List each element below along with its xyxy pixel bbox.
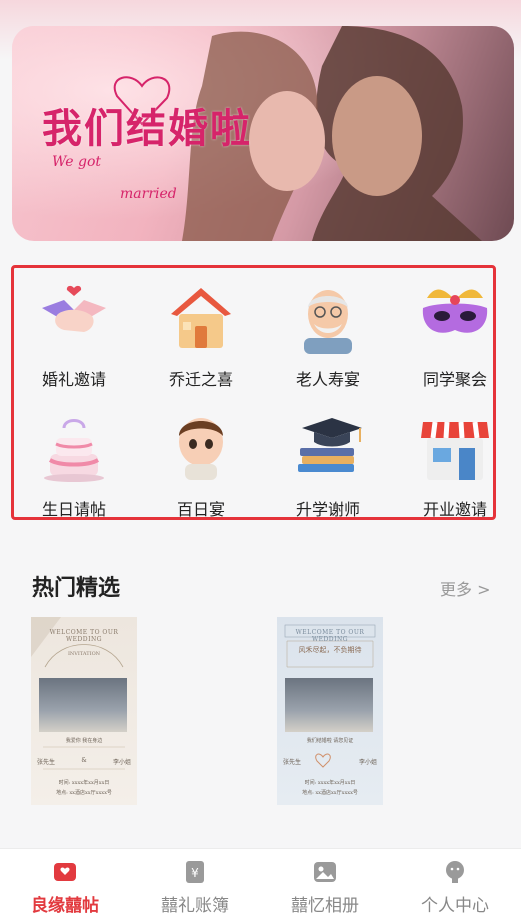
category-label: 同学聚会 [422,370,487,389]
card-line-1: 我们结婚啦 [306,738,332,744]
card-subtitle: 风禾尽起，不负期待 [298,646,362,654]
ledger-icon: ¥ [186,861,204,883]
banner-married: married [120,186,177,202]
card-subtitle: INVITATION [67,651,101,657]
bottom-tab-bar: 良缘囍帖 ¥ 囍礼账簿 囍忆相册 个人中心 [0,848,521,917]
card-time: 时间: xxxx年xx月xx日 [304,780,356,786]
category-label: 婚礼邀请 [41,370,106,389]
card-time: 时间: xxxx年xx月xx日 [58,780,110,786]
card-line-1: 我爱你 [65,738,81,744]
category-label: 老人寿宴 [295,370,360,389]
category-graduation[interactable]: 升学谢师 [268,408,388,528]
tab-label: 良缘囍帖 [31,896,99,916]
category-label: 百日宴 [176,500,225,519]
svg-text:¥: ¥ [191,866,199,880]
ampersand: & [81,757,87,764]
card-header: WELCOME TO OUR WEDDING [295,629,365,643]
card-header: WELCOME TO OUR WEDDING [49,629,119,643]
category-label: 生日请帖 [41,500,106,519]
category-label: 乔迁之喜 [168,370,233,389]
album-icon [314,862,336,882]
tab-ledger[interactable]: ¥ 囍礼账簿 [130,849,260,917]
card-photo [39,678,127,732]
graduation-cap-icon [298,418,362,472]
groom-name: 张先生 [283,759,302,766]
tab-profile[interactable]: 个人中心 [390,849,520,917]
card-names: 张先生 李小姐 [283,757,377,766]
birthday-cake-icon [44,419,104,482]
category-baby-100-days[interactable]: 百日宴 [141,408,261,528]
card-names: 张先生 & 李小姐 [37,757,131,766]
card-line-2: 我在身边 [82,738,103,744]
section-title: 热门精选 [32,576,121,601]
app-page: 我们结婚啦 We got married 婚礼邀请 乔迁之喜 老人寿宴 同学聚会… [0,0,521,917]
banner-we-got: We got [52,154,101,170]
category-label: 开业邀请 [422,500,487,519]
card-place: 地点: xx酒店xx厅xxxx号 [302,790,358,796]
storefront-icon [421,421,489,480]
bride-name: 李小姐 [112,759,131,766]
invitation-card[interactable]: WELCOME TO OUR WEDDING 风禾尽起，不负期待 我们结婚啦 请… [277,617,383,805]
card-text: 我爱你 我在身边 [31,737,137,744]
baby-icon [179,418,223,480]
category-housewarming[interactable]: 乔迁之喜 [141,278,261,398]
card-line-2: 请您见证 [333,738,354,744]
party-mask-icon [422,289,488,333]
invitation-card[interactable]: WELCOME TO OUR WEDDING INVITATION 我爱你 我在… [31,617,137,805]
grandpa-icon [304,290,352,354]
tab-label: 个人中心 [421,896,489,916]
category-wedding[interactable]: 婚礼邀请 [14,278,134,398]
invitation-icon [54,863,76,881]
tab-label: 囍礼账簿 [161,896,229,916]
card-text: 我们结婚啦 请您见证 [277,737,383,744]
category-birthday[interactable]: 生日请帖 [14,408,134,528]
category-store-opening[interactable]: 开业邀请 [395,408,515,528]
more-link[interactable]: 更多 > [440,576,491,600]
tab-label: 囍忆相册 [291,896,359,916]
tab-album[interactable]: 囍忆相册 [260,849,390,917]
profile-icon [446,861,464,883]
tab-invitations[interactable]: 良缘囍帖 [0,849,130,917]
category-class-reunion[interactable]: 同学聚会 [395,278,515,398]
banner-title: 我们结婚啦 [42,105,252,152]
category-grid: 婚礼邀请 乔迁之喜 老人寿宴 同学聚会 生日请帖 百日宴 升学谢师 开业邀请 [11,265,496,520]
bride-name: 李小姐 [358,759,377,766]
groom-name: 张先生 [37,759,56,766]
banner-carousel[interactable]: 我们结婚啦 We got married [12,26,514,241]
handshake-icon [42,285,106,332]
category-label: 升学谢师 [295,500,360,519]
card-place: 地点: xx酒店xx厅xxxx号 [56,790,112,796]
house-icon [171,288,231,348]
category-elder-birthday[interactable]: 老人寿宴 [268,278,388,398]
card-photo [285,678,373,732]
